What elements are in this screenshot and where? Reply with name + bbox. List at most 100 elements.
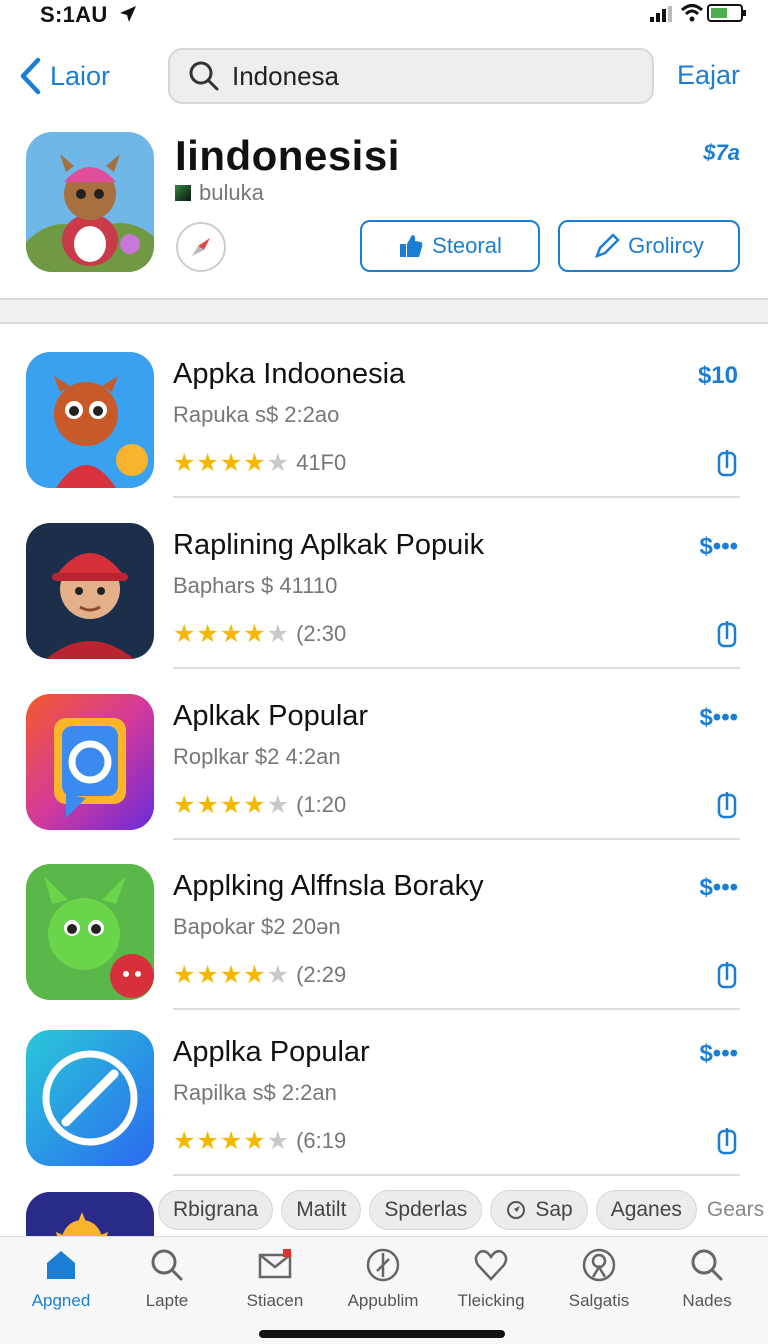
tab-label: Nades <box>682 1291 732 1310</box>
back-label: Laior <box>50 60 111 91</box>
location-arrow-icon <box>120 6 136 22</box>
chip[interactable]: Rbigrana <box>158 1190 274 1230</box>
rating-count: (6:19 <box>296 1128 347 1153</box>
app-icon <box>26 694 154 830</box>
back-button[interactable]: Laior <box>18 56 110 96</box>
app-meta: Rapilka s$ 2:2an <box>173 1080 337 1105</box>
row-divider <box>173 1174 740 1176</box>
primary-action-button[interactable]: Steoral <box>360 220 540 272</box>
chip[interactable]: Aganes <box>595 1190 697 1230</box>
chip[interactable]: Sap <box>490 1190 588 1230</box>
tab-badges[interactable]: Salgatis <box>544 1247 654 1311</box>
download-icon[interactable] <box>716 790 738 820</box>
list-item[interactable]: Appka Indoonesia Rapuka s$ 2:2ao ★★★★★ 4… <box>0 344 768 498</box>
thumbs-up-icon <box>400 235 423 257</box>
tab-label: Apgned <box>31 1291 91 1310</box>
star-rating-icon: ★★★★★ <box>173 791 291 819</box>
status-bar: S:1AU <box>0 0 768 30</box>
chip[interactable]: Gears <box>705 1190 766 1230</box>
mail-icon <box>258 1249 292 1279</box>
list-item[interactable]: Applka Popular Rapilka s$ 2:2an ★★★★★ (6… <box>0 1022 768 1176</box>
tab-messages[interactable]: Stiacen <box>220 1247 330 1311</box>
tab-apps[interactable]: Appublim <box>328 1247 438 1311</box>
download-icon[interactable] <box>716 619 738 649</box>
rating-count: (2:29 <box>296 962 347 987</box>
row-divider <box>173 496 740 498</box>
search-input[interactable] <box>232 60 612 92</box>
featured-app-price[interactable]: $7a <box>703 140 740 166</box>
app-name: Applka Popular <box>173 1036 370 1068</box>
section-separator <box>0 298 768 324</box>
home-indicator[interactable] <box>259 1330 505 1338</box>
tab-label: Tleicking <box>457 1291 525 1310</box>
featured-app-developer: buluka <box>199 180 264 205</box>
chip[interactable]: Spderlas <box>369 1190 483 1230</box>
download-icon[interactable] <box>716 1126 738 1156</box>
download-icon[interactable] <box>716 960 738 990</box>
primary-action-label: Steoral <box>432 233 502 258</box>
search-bar[interactable] <box>168 48 654 104</box>
compass-icon <box>507 1201 526 1219</box>
app-icon <box>26 523 154 659</box>
app-icon <box>26 352 154 488</box>
chip[interactable]: Matilt <box>281 1190 362 1230</box>
compass-icon <box>366 1248 400 1282</box>
tab-favorites[interactable]: Tleicking <box>436 1247 546 1311</box>
heart-icon <box>474 1249 508 1281</box>
app-rating: ★★★★★ (2:29 <box>173 960 346 990</box>
list-item[interactable]: Aplkak Popular Roplkar $2 4:2an ★★★★★ (1… <box>0 686 768 840</box>
app-name: Aplkak Popular <box>173 700 369 732</box>
app-meta: Bapokar $2 20ǝn <box>173 914 341 939</box>
tab-bar: Apgned Lapte Stiacen Appublim Tleicking … <box>0 1236 768 1344</box>
app-meta: Rapuka s$ 2:2ao <box>173 402 340 427</box>
app-price[interactable]: $••• <box>699 1040 738 1068</box>
category-chips: Rbigrana Matilt Spderlas Sap Aganes Gear… <box>158 1190 768 1230</box>
featured-app-icon[interactable] <box>26 132 154 272</box>
star-rating-icon: ★★★★★ <box>173 961 291 989</box>
tab-label: Salgatis <box>568 1291 630 1310</box>
rating-count: (2:30 <box>296 621 347 646</box>
app-price[interactable]: $••• <box>699 704 738 732</box>
rating-count: (1:20 <box>296 792 347 817</box>
badge-icon <box>582 1248 616 1282</box>
app-name: Applking Alffnsla Boraky <box>173 870 484 902</box>
app-meta: Baphars $ 41110 <box>173 573 338 598</box>
app-rating: ★★★★★ (2:30 <box>173 619 346 649</box>
app-icon <box>26 1030 154 1166</box>
app-price[interactable]: $••• <box>699 533 738 561</box>
tab-search-2[interactable]: Nades <box>652 1247 762 1311</box>
star-rating-icon: ★★★★★ <box>173 620 291 648</box>
nav-right-button[interactable]: Eajar <box>677 60 740 91</box>
row-divider <box>173 838 740 840</box>
signal-icon <box>650 6 672 22</box>
chevron-left-icon <box>20 57 41 95</box>
tab-search[interactable]: Lapte <box>112 1247 222 1311</box>
compass-button[interactable] <box>176 222 226 272</box>
featured-app-title: Iindonesisi <box>175 132 400 179</box>
search-icon <box>151 1249 183 1281</box>
list-item[interactable]: Raplining Aplkak Popuik Baphars $ 41110 … <box>0 515 768 669</box>
app-icon <box>26 864 154 1000</box>
row-divider <box>173 667 740 669</box>
app-price[interactable]: $10 <box>698 362 738 390</box>
tab-label: Appublim <box>347 1291 419 1310</box>
chip-label: Sap <box>535 1198 573 1221</box>
search-icon <box>189 61 219 91</box>
search-icon <box>691 1249 723 1281</box>
tab-label: Stiacen <box>246 1291 304 1310</box>
tab-today[interactable]: Apgned <box>6 1247 116 1311</box>
app-price[interactable]: $••• <box>699 874 738 902</box>
app-rating: ★★★★★ 41F0 <box>173 448 346 478</box>
download-icon[interactable] <box>716 448 738 478</box>
nav-bar: Laior Eajar <box>0 40 768 116</box>
star-rating-icon: ★★★★★ <box>173 449 291 477</box>
pencil-icon <box>594 233 620 259</box>
secondary-action-button[interactable]: Grolircy <box>558 220 740 272</box>
compass-icon <box>192 238 210 256</box>
rating-count: 41F0 <box>296 450 347 475</box>
featured-app-header: Iindonesisi buluka $7a Steoral Grolircy <box>0 120 768 300</box>
app-name: Raplining Aplkak Popuik <box>173 529 485 561</box>
app-name: Appka Indoonesia <box>173 358 406 390</box>
star-rating-icon: ★★★★★ <box>173 1127 291 1155</box>
list-item[interactable]: Applking Alffnsla Boraky Bapokar $2 20ǝn… <box>0 856 768 1010</box>
